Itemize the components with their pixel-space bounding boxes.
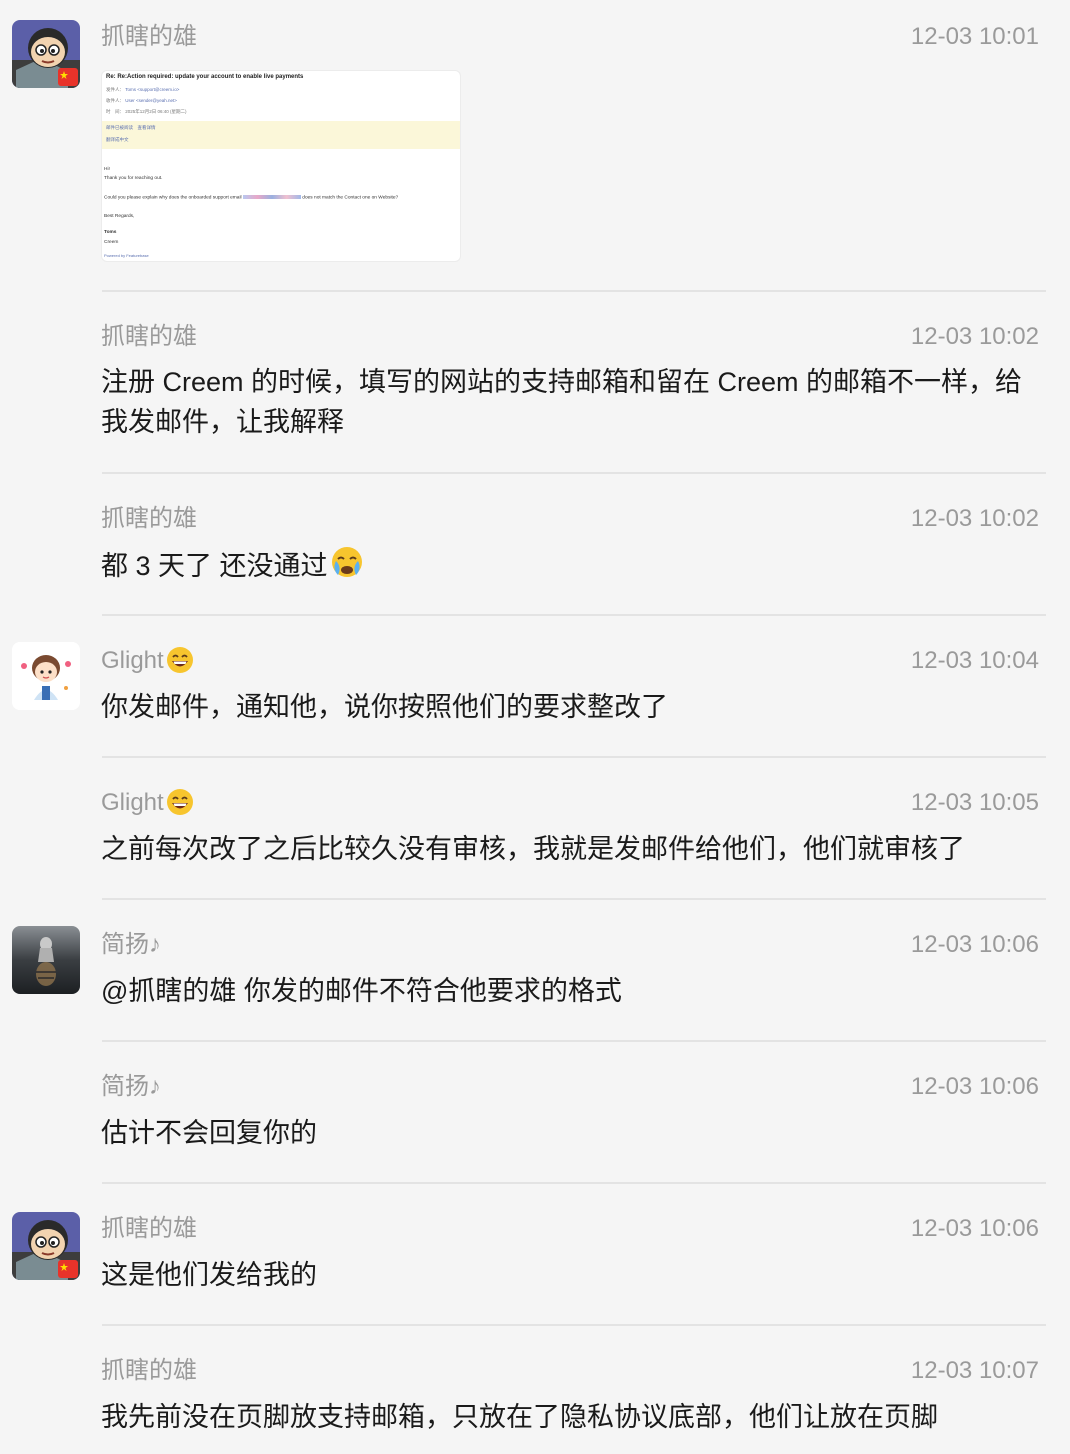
- grinning-face-icon: [166, 788, 194, 824]
- sender-name: 抓瞎的雄: [101, 323, 197, 350]
- message-time: 12-03 10:02: [910, 323, 1039, 350]
- divider: [102, 1040, 1046, 1042]
- email-subject: Re: Re:Action required: update your acco…: [106, 74, 304, 80]
- message-time: 12-03 10:06: [910, 1215, 1039, 1242]
- sender-name: 抓瞎的雄: [101, 1357, 197, 1384]
- message-text: 我先前没在页脚放支持邮箱，只放在了隐私协议底部，他们让放在页脚: [101, 1402, 938, 1432]
- message-time: 12-03 10:06: [910, 1073, 1039, 1100]
- email-translate-link: 翻译成中文: [106, 137, 129, 142]
- message-text: @抓瞎的雄 你发的邮件不符合他要求的格式: [101, 976, 622, 1006]
- message-time: 12-03 10:02: [910, 505, 1039, 532]
- email-date: 2025年12月2日 06:40 (星期二): [125, 109, 187, 114]
- email-from-label: 发件人：: [106, 87, 124, 92]
- sender-name: 抓瞎的雄: [101, 505, 197, 532]
- redacted-email: [242, 195, 301, 199]
- email-read-notice: 邮件已被阅读 查看详情: [106, 125, 156, 130]
- divider: [102, 290, 1046, 292]
- message-time: 12-03 10:05: [910, 789, 1039, 816]
- email-to: User <sender@yeah.net>: [125, 98, 177, 103]
- sender-name: 简扬♪: [101, 1073, 161, 1100]
- email-line1: Thank you for reaching out.: [104, 176, 163, 181]
- message-time: 12-03 10:04: [910, 647, 1039, 674]
- divider: [102, 614, 1046, 616]
- email-from: Toms <support@creem.io>: [125, 87, 180, 92]
- avatar[interactable]: [12, 20, 80, 88]
- email-screenshot-image[interactable]: Re: Re:Action required: update your acco…: [101, 70, 461, 262]
- email-sign-name: Toms: [104, 230, 117, 235]
- email-notice-band: 邮件已被阅读 查看详情 翻译成中文: [102, 121, 460, 149]
- divider: [102, 472, 1046, 474]
- message-time: 12-03 10:06: [910, 931, 1039, 958]
- email-line2a: Could you please explain why does the on…: [104, 195, 242, 201]
- email-line2b: does not match the Contact one on Websit…: [302, 195, 399, 201]
- china-flag-icon: [58, 1260, 78, 1278]
- message-text: 这是他们发给我的: [101, 1260, 317, 1290]
- divider: [102, 898, 1046, 900]
- message-time: 12-03 10:01: [910, 23, 1039, 50]
- message-text: 注册 Creem 的时候，填写的网站的支持邮箱和留在 Creem 的邮箱不一样，…: [101, 367, 1023, 437]
- divider: [102, 1324, 1046, 1326]
- divider: [102, 1182, 1046, 1184]
- crying-face-icon: [330, 545, 364, 590]
- message-time: 12-03 10:07: [910, 1357, 1039, 1384]
- sender-name: 抓瞎的雄: [101, 23, 197, 50]
- email-greeting: Hi!: [104, 167, 110, 172]
- avatar[interactable]: [12, 1212, 80, 1280]
- email-regards: Best Regards,: [104, 214, 135, 219]
- grinning-face-icon: [166, 646, 194, 682]
- message-text: 你发邮件，通知他，说你按照他们的要求整改了: [101, 692, 668, 722]
- avatar[interactable]: [12, 642, 80, 710]
- sender-name: Glight: [101, 647, 164, 674]
- email-powered: Powered by Featurebase: [104, 253, 149, 258]
- sender-name: 简扬♪: [101, 931, 161, 958]
- email-sign-company: Creem: [104, 240, 119, 245]
- message-text: 估计不会回复你的: [101, 1118, 317, 1148]
- sender-name: 抓瞎的雄: [101, 1215, 197, 1242]
- email-to-label: 收件人：: [106, 98, 124, 103]
- message-text: 之前每次改了之后比较久没有审核，我就是发邮件给他们，他们就审核了: [101, 834, 965, 864]
- china-flag-icon: [58, 68, 78, 86]
- divider: [102, 756, 1046, 758]
- message-text: 都 3 天了 还没通过: [101, 551, 328, 581]
- sender-name: Glight: [101, 789, 164, 816]
- email-date-label: 时 间：: [106, 109, 124, 114]
- avatar[interactable]: [12, 926, 80, 994]
